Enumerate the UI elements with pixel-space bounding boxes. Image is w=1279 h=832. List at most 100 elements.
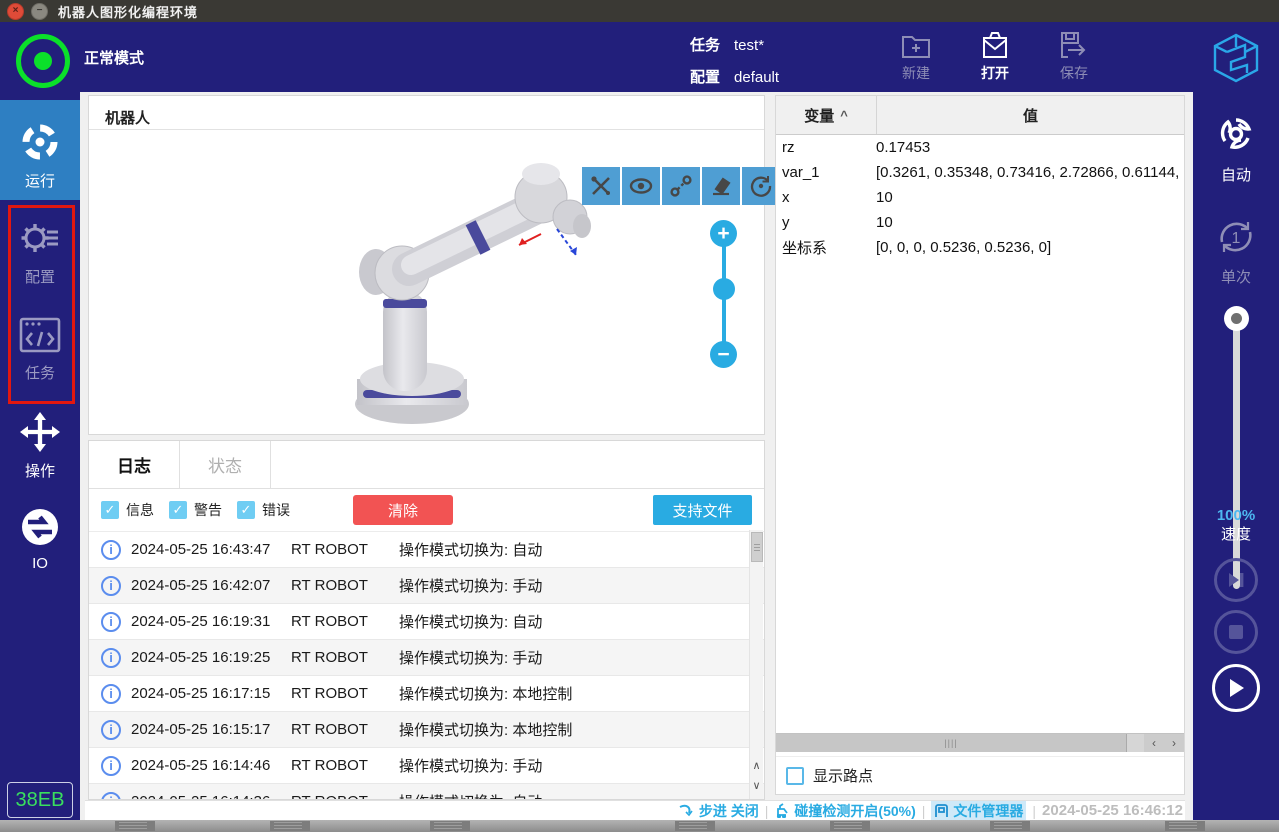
column-variable[interactable]: 变量 ^: [776, 96, 877, 134]
config-label: 配置: [690, 69, 721, 86]
save-icon: [1042, 30, 1106, 60]
log-tabs: 日志 状态: [89, 441, 764, 489]
mode-label: 正常模式: [84, 49, 145, 67]
error-checkbox[interactable]: [237, 501, 255, 519]
variable-row[interactable]: 坐标系 [0, 0, 0, 0.5236, 0.5236, 0]: [776, 235, 1184, 260]
right-sidebar: 自动 1 单次 100% 速度: [1193, 92, 1279, 820]
hscrollbar-thumb[interactable]: ||||: [776, 734, 1127, 752]
io-swap-icon: [0, 507, 80, 547]
log-list[interactable]: i 2024-05-25 16:43:47 RT ROBOT 操作模式切换为: 自动 …: [89, 532, 764, 799]
config-value: default: [734, 69, 780, 86]
zoom-slider-thumb[interactable]: [713, 278, 735, 300]
log-scrollbar-thumb[interactable]: [751, 532, 763, 562]
step-status[interactable]: 步进 关闭: [679, 801, 759, 821]
sidebar-item-operate[interactable]: 操作: [0, 412, 80, 481]
normal-mode-indicator-icon: [16, 34, 70, 88]
column-value[interactable]: 值: [877, 96, 1184, 134]
step-forward-button[interactable]: [1214, 558, 1258, 602]
log-time: 2024-05-25 16:42:07: [131, 577, 271, 594]
log-message: 操作模式切换为: 手动: [399, 650, 543, 667]
log-scrollbar-arrows[interactable]: ∧ ∨: [750, 756, 763, 796]
log-row[interactable]: i 2024-05-25 16:14:36RT ROBOT操作模式切换为: 自动: [89, 784, 764, 799]
info-icon: i: [101, 575, 121, 596]
window-minimize-button[interactable]: −: [31, 2, 48, 20]
scroll-left-icon[interactable]: ‹: [1144, 734, 1164, 752]
speed-slider-track[interactable]: [1233, 324, 1240, 589]
scroll-right-icon[interactable]: ›: [1164, 734, 1184, 752]
log-filter-row: 信息 警告 错误 清除 支持文件: [89, 489, 764, 532]
scroll-up-icon[interactable]: ∧: [750, 756, 763, 776]
variable-value: [0.3261, 0.35348, 0.73416, 2.72866, 0.61…: [876, 164, 1184, 181]
variables-hscrollbar[interactable]: |||| ‹ ›: [776, 733, 1184, 752]
show-waypoints-label: 显示路点: [813, 768, 874, 785]
variable-name: var_1: [782, 164, 820, 181]
file-manager-button[interactable]: 文件管理器: [931, 800, 1027, 821]
log-row[interactable]: i 2024-05-25 16:43:47 RT ROBOT 操作模式切换为: 自动: [89, 532, 764, 568]
info-checkbox[interactable]: [101, 501, 119, 519]
sidebar-item-run[interactable]: 运行: [0, 100, 80, 200]
clear-button[interactable]: 清除: [353, 495, 453, 525]
log-row[interactable]: i 2024-05-25 16:19:31 RT ROBOT 操作模式切换为: 自动: [89, 604, 764, 640]
sidebar-item-io[interactable]: IO: [0, 507, 80, 572]
stop-button[interactable]: [1214, 610, 1258, 654]
tools-button[interactable]: [582, 167, 620, 205]
variable-value: [0, 0, 0, 0.5236, 0.5236, 0]: [876, 239, 1052, 256]
log-panel: 日志 状态 信息 警告 错误 清除 支持文件 i 2024-05-25 16:43…: [88, 440, 765, 800]
info-icon: i: [101, 611, 121, 632]
single-run-button[interactable]: 1 单次: [1193, 214, 1279, 287]
visibility-button[interactable]: [622, 167, 660, 205]
title-bar: × − 机器人图形化编程环境: [0, 0, 1279, 22]
log-row[interactable]: i 2024-05-25 16:42:07 RT ROBOT 操作模式切换为: 手动: [89, 568, 764, 604]
collision-icon: [774, 803, 790, 818]
tab-log[interactable]: 日志: [89, 441, 180, 488]
play-button[interactable]: [1212, 664, 1260, 712]
log-row[interactable]: i 2024-05-25 16:14:46 RT ROBOT 操作模式切换为: 手动: [89, 748, 764, 784]
scroll-down-icon[interactable]: ∨: [750, 776, 763, 796]
log-source: RT ROBOT: [291, 577, 368, 594]
speed-label: 速度: [1220, 526, 1251, 543]
variable-row[interactable]: x 10: [776, 185, 1184, 210]
new-button[interactable]: 新建: [884, 30, 948, 83]
warning-checkbox[interactable]: [169, 501, 187, 519]
robot-panel-title: 机器人: [105, 110, 151, 127]
zoom-in-button[interactable]: +: [710, 220, 737, 247]
zoom-out-button[interactable]: −: [710, 341, 737, 368]
support-files-button[interactable]: 支持文件: [653, 495, 752, 525]
variable-name: 坐标系: [782, 240, 828, 257]
clock: 2024-05-25 16:46:12: [1042, 802, 1183, 819]
variables-header: 变量 ^ 值: [776, 96, 1184, 135]
log-row[interactable]: i 2024-05-25 16:17:15 RT ROBOT 操作模式切换为: 本地控…: [89, 676, 764, 712]
log-source: RT ROBOT: [291, 541, 368, 558]
log-message: 操作模式切换为: 本地控制: [399, 722, 573, 739]
eraser-icon: [709, 174, 733, 198]
path-button[interactable]: [662, 167, 700, 205]
speed-slider-thumb[interactable]: [1224, 306, 1249, 331]
variable-row[interactable]: var_1 [0.3261, 0.35348, 0.73416, 2.72866,…: [776, 160, 1184, 185]
collision-status[interactable]: 碰撞检测开启(50%): [774, 801, 916, 821]
path-icon: [669, 174, 693, 198]
tab-status[interactable]: 状态: [180, 441, 271, 488]
single-label: 单次: [1220, 269, 1251, 286]
auto-swirl-icon: [1193, 110, 1279, 158]
show-waypoints-checkbox[interactable]: [786, 766, 804, 785]
zoom-control: + −: [710, 220, 738, 370]
variable-value: 10: [876, 189, 893, 206]
log-source: RT ROBOT: [291, 649, 368, 666]
erase-button[interactable]: [702, 167, 740, 205]
variable-name: y: [782, 214, 790, 231]
show-waypoints-row: 显示路点: [776, 756, 1184, 794]
log-source: RT ROBOT: [291, 793, 399, 799]
save-button[interactable]: 保存: [1042, 30, 1106, 83]
auto-label: 自动: [1220, 167, 1251, 184]
log-message: 操作模式切换为: 手动: [399, 758, 543, 775]
window-close-button[interactable]: ×: [7, 2, 24, 20]
log-row[interactable]: i 2024-05-25 16:15:17 RT ROBOT 操作模式切换为: 本地控…: [89, 712, 764, 748]
variable-row[interactable]: rz 0.17453: [776, 135, 1184, 160]
log-time: 2024-05-25 16:19:31: [131, 613, 271, 630]
auto-mode-button[interactable]: 自动: [1193, 110, 1279, 185]
log-row[interactable]: i 2024-05-25 16:19:25 RT ROBOT 操作模式切换为: 手动: [89, 640, 764, 676]
open-button[interactable]: 打开: [963, 30, 1027, 83]
left-sidebar: 运行 配置 任务 操作 IO 38EB: [0, 92, 80, 820]
variable-row[interactable]: y 10: [776, 210, 1184, 235]
svg-text:1: 1: [1232, 230, 1241, 247]
